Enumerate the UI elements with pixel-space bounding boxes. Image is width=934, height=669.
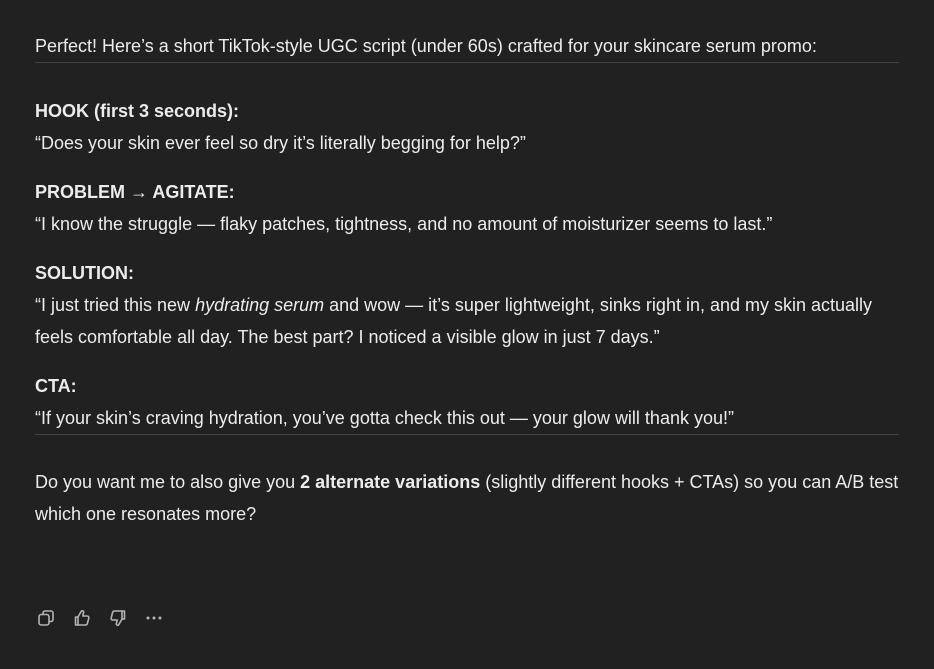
hook-text: “Does your skin ever feel so dry it’s li… xyxy=(35,133,526,153)
cta-label: CTA: xyxy=(35,376,77,396)
followup-question: Do you want me to also give you 2 altern… xyxy=(35,466,899,530)
solution-text-start: “I just tried this new xyxy=(35,295,196,315)
thumbs-up-icon xyxy=(74,609,90,626)
divider xyxy=(35,434,899,435)
more-options-button[interactable] xyxy=(143,606,165,630)
problem-text: “I know the struggle — flaky patches, ti… xyxy=(35,214,773,234)
message-actions xyxy=(35,606,179,630)
solution-label: SOLUTION: xyxy=(35,263,134,283)
solution-text: “I just tried this new hydrating serum a… xyxy=(35,289,899,353)
cta-text: “If your skin’s craving hydration, you’v… xyxy=(35,408,734,428)
section-cta: CTA: “If your skin’s craving hydration, … xyxy=(35,370,899,434)
followup-text-start: Do you want me to also give you xyxy=(35,472,301,492)
section-solution: SOLUTION: “I just tried this new hydrati… xyxy=(35,257,899,353)
like-button[interactable] xyxy=(71,606,93,630)
dislike-button[interactable] xyxy=(107,606,129,630)
section-problem: PROBLEM → AGITATE: “I know the struggle … xyxy=(35,176,899,240)
problem-label: PROBLEM → AGITATE: xyxy=(35,182,235,202)
copy-button[interactable] xyxy=(35,606,57,630)
message-intro: Perfect! Here’s a short TikTok-style UGC… xyxy=(35,36,817,56)
more-horizontal-icon xyxy=(146,616,162,620)
assistant-message: Perfect! Here’s a short TikTok-style UGC… xyxy=(35,30,899,530)
hook-label: HOOK (first 3 seconds): xyxy=(35,101,240,121)
section-hook: HOOK (first 3 seconds): “Does your skin … xyxy=(35,95,899,159)
solution-emphasis: hydrating serum xyxy=(195,295,325,315)
copy-icon xyxy=(38,610,54,626)
divider xyxy=(35,62,899,63)
thumbs-down-icon xyxy=(110,610,126,627)
followup-bold: 2 alternate variations xyxy=(300,472,481,492)
